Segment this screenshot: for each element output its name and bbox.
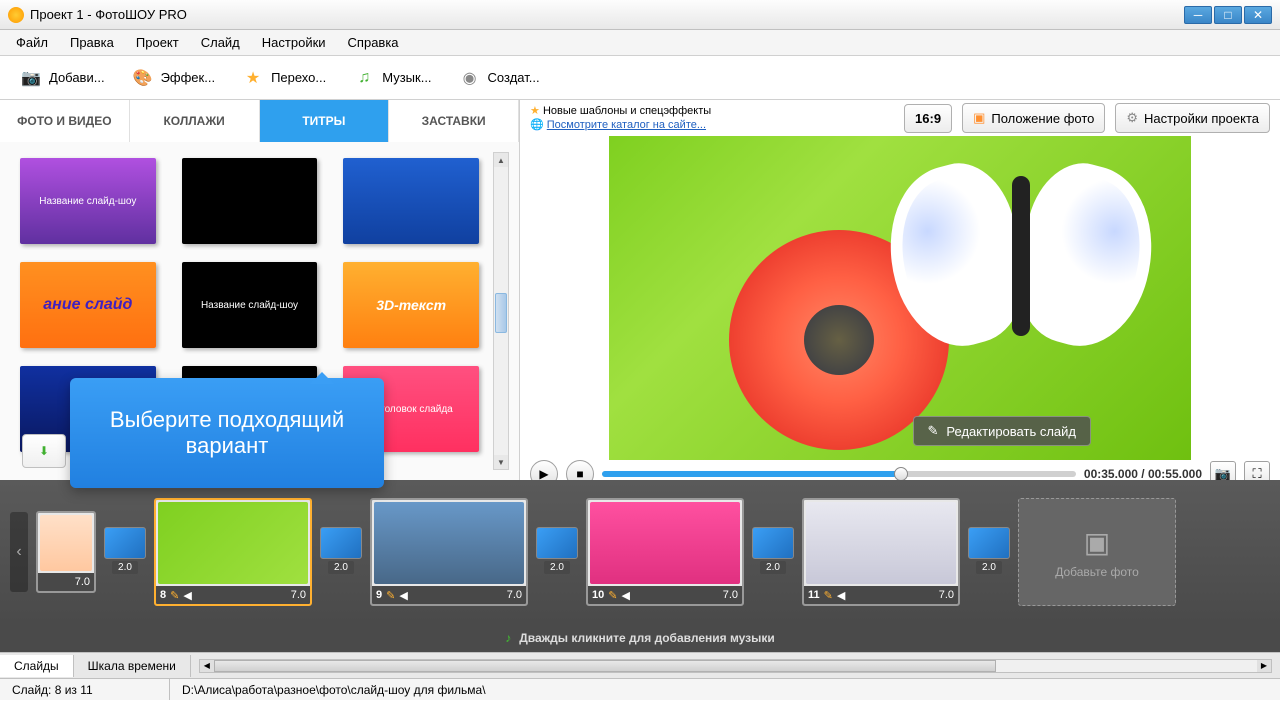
h-scroll-thumb[interactable] [214,660,996,672]
scroll-down-button[interactable]: ▼ [494,455,508,469]
slide-dur: 7.0 [507,589,522,601]
timeline-nav-left[interactable]: ‹ [10,512,28,592]
tab-1[interactable]: КОЛЛАЖИ [130,100,260,142]
menu-проект[interactable]: Проект [126,31,189,54]
transition-last[interactable] [968,527,1010,559]
menu-настройки[interactable]: Настройки [252,31,336,54]
pencil-icon: ✎ [928,423,939,439]
star-icon: ★ [241,66,265,90]
tab-0[interactable]: ФОТО И ВИДЕО [0,100,130,142]
slide-num: 9 [376,589,382,601]
timeline-slide-8[interactable]: 8 ✎ ◀ 7.0 [154,498,312,606]
play-icon[interactable]: ◀ [183,589,191,602]
thumbs-scrollbar[interactable]: ▲ ▼ [493,152,509,470]
title-thumb-1[interactable] [182,158,318,244]
title-thumb-4[interactable]: Название слайд-шоу [182,262,318,348]
camera-icon: 📷 [19,66,43,90]
download-icon: ⬇ [39,444,49,458]
news-block: ★ Новые шаблоны и спецэффекты 🌐 Посмотри… [530,104,894,132]
status-slide-count: Слайд: 8 из 11 [0,679,170,700]
menu-правка[interactable]: Правка [60,31,124,54]
slide-num: 8 [160,589,166,601]
app-icon [8,7,24,23]
edit-icon[interactable]: ✎ [170,589,179,602]
preview-canvas: ✎ Редактировать слайд [609,136,1191,460]
close-button[interactable]: ✕ [1244,6,1272,24]
menu-справка[interactable]: Справка [338,31,409,54]
catalog-link[interactable]: Посмотрите каталог на сайте... [547,119,706,131]
view-tab-slides[interactable]: Слайды [0,655,74,677]
palette-icon: 🎨 [131,66,155,90]
timeline-slide-0[interactable]: 7.0 [36,511,96,593]
slide-dur: 7.0 [939,589,954,601]
toolbar-disc[interactable]: ◉Создат... [447,60,551,96]
transition-dur-3: 2.0 [544,561,570,574]
transition-3[interactable] [536,527,578,559]
music-note-icon: ♪ [505,631,511,645]
h-scroll-left[interactable]: ◀ [200,660,214,672]
maximize-button[interactable]: □ [1214,6,1242,24]
globe-icon: 🌐 [530,119,544,131]
project-settings-button[interactable]: ⚙ Настройки проекта [1115,103,1270,133]
image-icon: ▣ [973,110,985,126]
play-icon[interactable]: ◀ [399,589,407,602]
transition-1[interactable] [104,527,146,559]
progress-handle[interactable] [894,467,908,481]
timeline-h-scrollbar[interactable]: ◀ ▶ [199,659,1272,673]
play-icon[interactable]: ◀ [621,589,629,602]
music-track[interactable]: ♪ Дважды кликните для добавления музыки [0,624,1280,652]
hint-tooltip: Выберите подходящий вариант [70,378,384,488]
edit-icon[interactable]: ✎ [386,589,395,602]
add-photo-card[interactable]: ▣Добавьте фото [1018,498,1176,606]
title-thumb-5[interactable]: 3D-текст [343,262,479,348]
disc-icon: ◉ [458,66,482,90]
toolbar-camera[interactable]: 📷Добави... [8,60,116,96]
music-icon: ♫ [352,66,376,90]
toolbar-music[interactable]: ♫Музык... [341,60,442,96]
slide-num: 10 [592,589,604,601]
timeline-slide-10[interactable]: 10 ✎ ◀ 7.0 [586,498,744,606]
toolbar-star[interactable]: ★Перехо... [230,60,337,96]
slide-dur: 7.0 [723,589,738,601]
menu-файл[interactable]: Файл [6,31,58,54]
transition-dur-4: 2.0 [760,561,786,574]
title-thumb-2[interactable] [343,158,479,244]
image-placeholder-icon: ▣ [1084,526,1110,559]
transition-4[interactable] [752,527,794,559]
edit-icon[interactable]: ✎ [824,589,833,602]
scroll-up-button[interactable]: ▲ [494,153,508,167]
time-display: 00:35.000 / 00:55.000 [1084,467,1202,481]
slide-num: 11 [808,589,820,601]
aspect-ratio-button[interactable]: 16:9 [904,104,952,133]
h-scroll-right[interactable]: ▶ [1257,660,1271,672]
gear-icon: ⚙ [1126,110,1138,126]
slide-dur: 7.0 [75,576,90,588]
menu-слайд[interactable]: Слайд [191,31,250,54]
photo-position-button[interactable]: ▣ Положение фото [962,103,1105,133]
tab-2[interactable]: ТИТРЫ [260,100,390,142]
progress-bar[interactable] [602,471,1076,477]
slide-dur: 7.0 [291,589,306,601]
edit-slide-button[interactable]: ✎ Редактировать слайд [913,416,1091,446]
title-thumb-0[interactable]: Название слайд-шоу [20,158,156,244]
tab-3[interactable]: ЗАСТАВКИ [389,100,519,142]
add-title-button[interactable]: ⬇ [22,434,66,468]
transition-dur-2: 2.0 [328,561,354,574]
transition-2[interactable] [320,527,362,559]
window-title: Проект 1 - ФотоШОУ PRO [30,7,1184,22]
toolbar-palette[interactable]: 🎨Эффек... [120,60,227,96]
view-tab-timeline[interactable]: Шкала времени [74,655,191,677]
minimize-button[interactable]: ─ [1184,6,1212,24]
edit-icon[interactable]: ✎ [608,589,617,602]
play-icon[interactable]: ◀ [837,589,845,602]
star-icon: ★ [530,105,540,117]
transition-dur-1: 2.0 [112,561,138,574]
title-thumb-3[interactable]: ание слайд [20,262,156,348]
status-path: D:\Алиса\работа\разное\фото\слайд-шоу дл… [170,679,1280,700]
timeline-slide-9[interactable]: 9 ✎ ◀ 7.0 [370,498,528,606]
timeline-slide-11[interactable]: 11 ✎ ◀ 7.0 [802,498,960,606]
scroll-thumb[interactable] [495,293,507,333]
